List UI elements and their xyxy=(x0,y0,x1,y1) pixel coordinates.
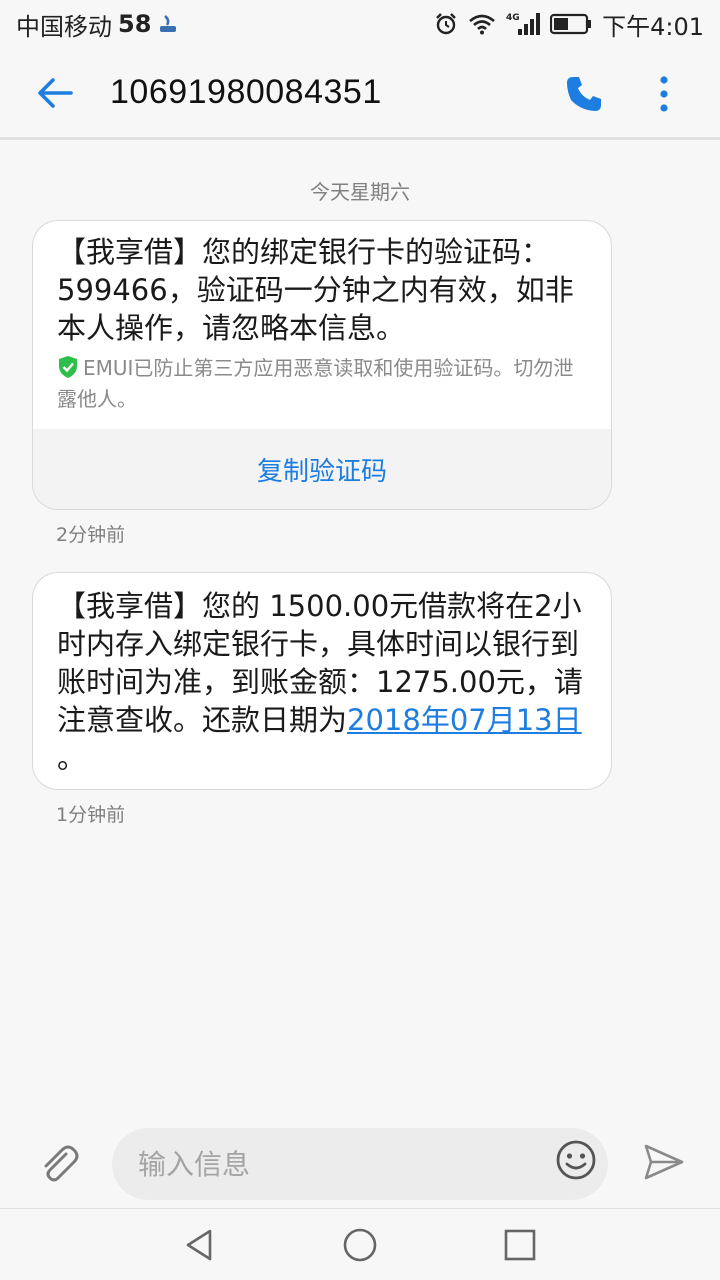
security-notice: EMUI已防止第三方应用恶意读取和使用验证码。切勿泄露他人。 xyxy=(33,347,611,433)
security-notice-text: EMUI已防止第三方应用恶意读取和使用验证码。切勿泄露他人。 xyxy=(57,356,574,411)
conversation-header: 10691980084351 xyxy=(0,48,720,140)
more-options-button[interactable] xyxy=(640,66,688,122)
message-bubble[interactable]: 【我享借】您的绑定银行卡的验证码：599466，验证码一分钟之内有效，如非本人操… xyxy=(32,220,612,510)
carrier-name: 中国移动 xyxy=(16,12,112,41)
shield-check-icon xyxy=(57,355,79,386)
nav-back-button[interactable] xyxy=(180,1225,220,1265)
phone-icon xyxy=(567,77,601,111)
attach-button[interactable] xyxy=(32,1138,84,1190)
contact-number: 10691980084351 xyxy=(110,73,382,111)
nav-home-button[interactable] xyxy=(340,1225,380,1265)
clock: 下午4:01 xyxy=(602,12,704,41)
wifi-icon xyxy=(468,13,496,35)
paperclip-icon xyxy=(44,1145,79,1182)
send-icon xyxy=(644,1144,684,1180)
status-bar: 中国移动 58 4G 下午4:01 xyxy=(0,0,720,48)
more-vertical-icon xyxy=(660,76,668,112)
signal-4g-icon: 4G xyxy=(506,11,541,37)
svg-text:4G: 4G xyxy=(506,13,520,23)
square-recents-icon xyxy=(504,1229,536,1261)
battery-icon xyxy=(550,13,592,35)
composer-bar xyxy=(0,1120,720,1208)
date-link[interactable]: 2018年07月13日 xyxy=(347,703,582,737)
copy-code-button[interactable]: 复制验证码 xyxy=(33,429,611,509)
emoji-button[interactable] xyxy=(554,1138,598,1182)
nav-recents-button[interactable] xyxy=(500,1225,540,1265)
circle-home-icon xyxy=(343,1228,377,1262)
message-timestamp: 2分钟前 xyxy=(56,524,126,546)
back-button[interactable] xyxy=(0,47,110,139)
app-notification-icon xyxy=(157,12,179,36)
message-input[interactable] xyxy=(112,1128,608,1200)
message-text-end: 。 xyxy=(57,741,87,775)
arrow-left-icon xyxy=(38,77,73,108)
message-text: 【我享借】您的绑定银行卡的验证码：599466，验证码一分钟之内有效，如非本人操… xyxy=(57,235,574,345)
date-separator: 今天星期六 xyxy=(310,180,410,204)
message-text: 【我享借】您的 1500.00元借款将在2小时内存入绑定银行卡，具体时间以银行到… xyxy=(33,573,611,777)
smiley-icon xyxy=(556,1140,596,1180)
triangle-back-icon xyxy=(186,1229,212,1261)
call-button[interactable] xyxy=(556,66,612,122)
system-nav-bar xyxy=(0,1208,720,1280)
send-button[interactable] xyxy=(640,1138,688,1186)
message-bubble[interactable]: 【我享借】您的 1500.00元借款将在2小时内存入绑定银行卡，具体时间以银行到… xyxy=(32,572,612,790)
message-timestamp: 1分钟前 xyxy=(56,804,126,826)
alarm-icon xyxy=(434,12,458,36)
carrier-number: 58 xyxy=(118,10,152,38)
